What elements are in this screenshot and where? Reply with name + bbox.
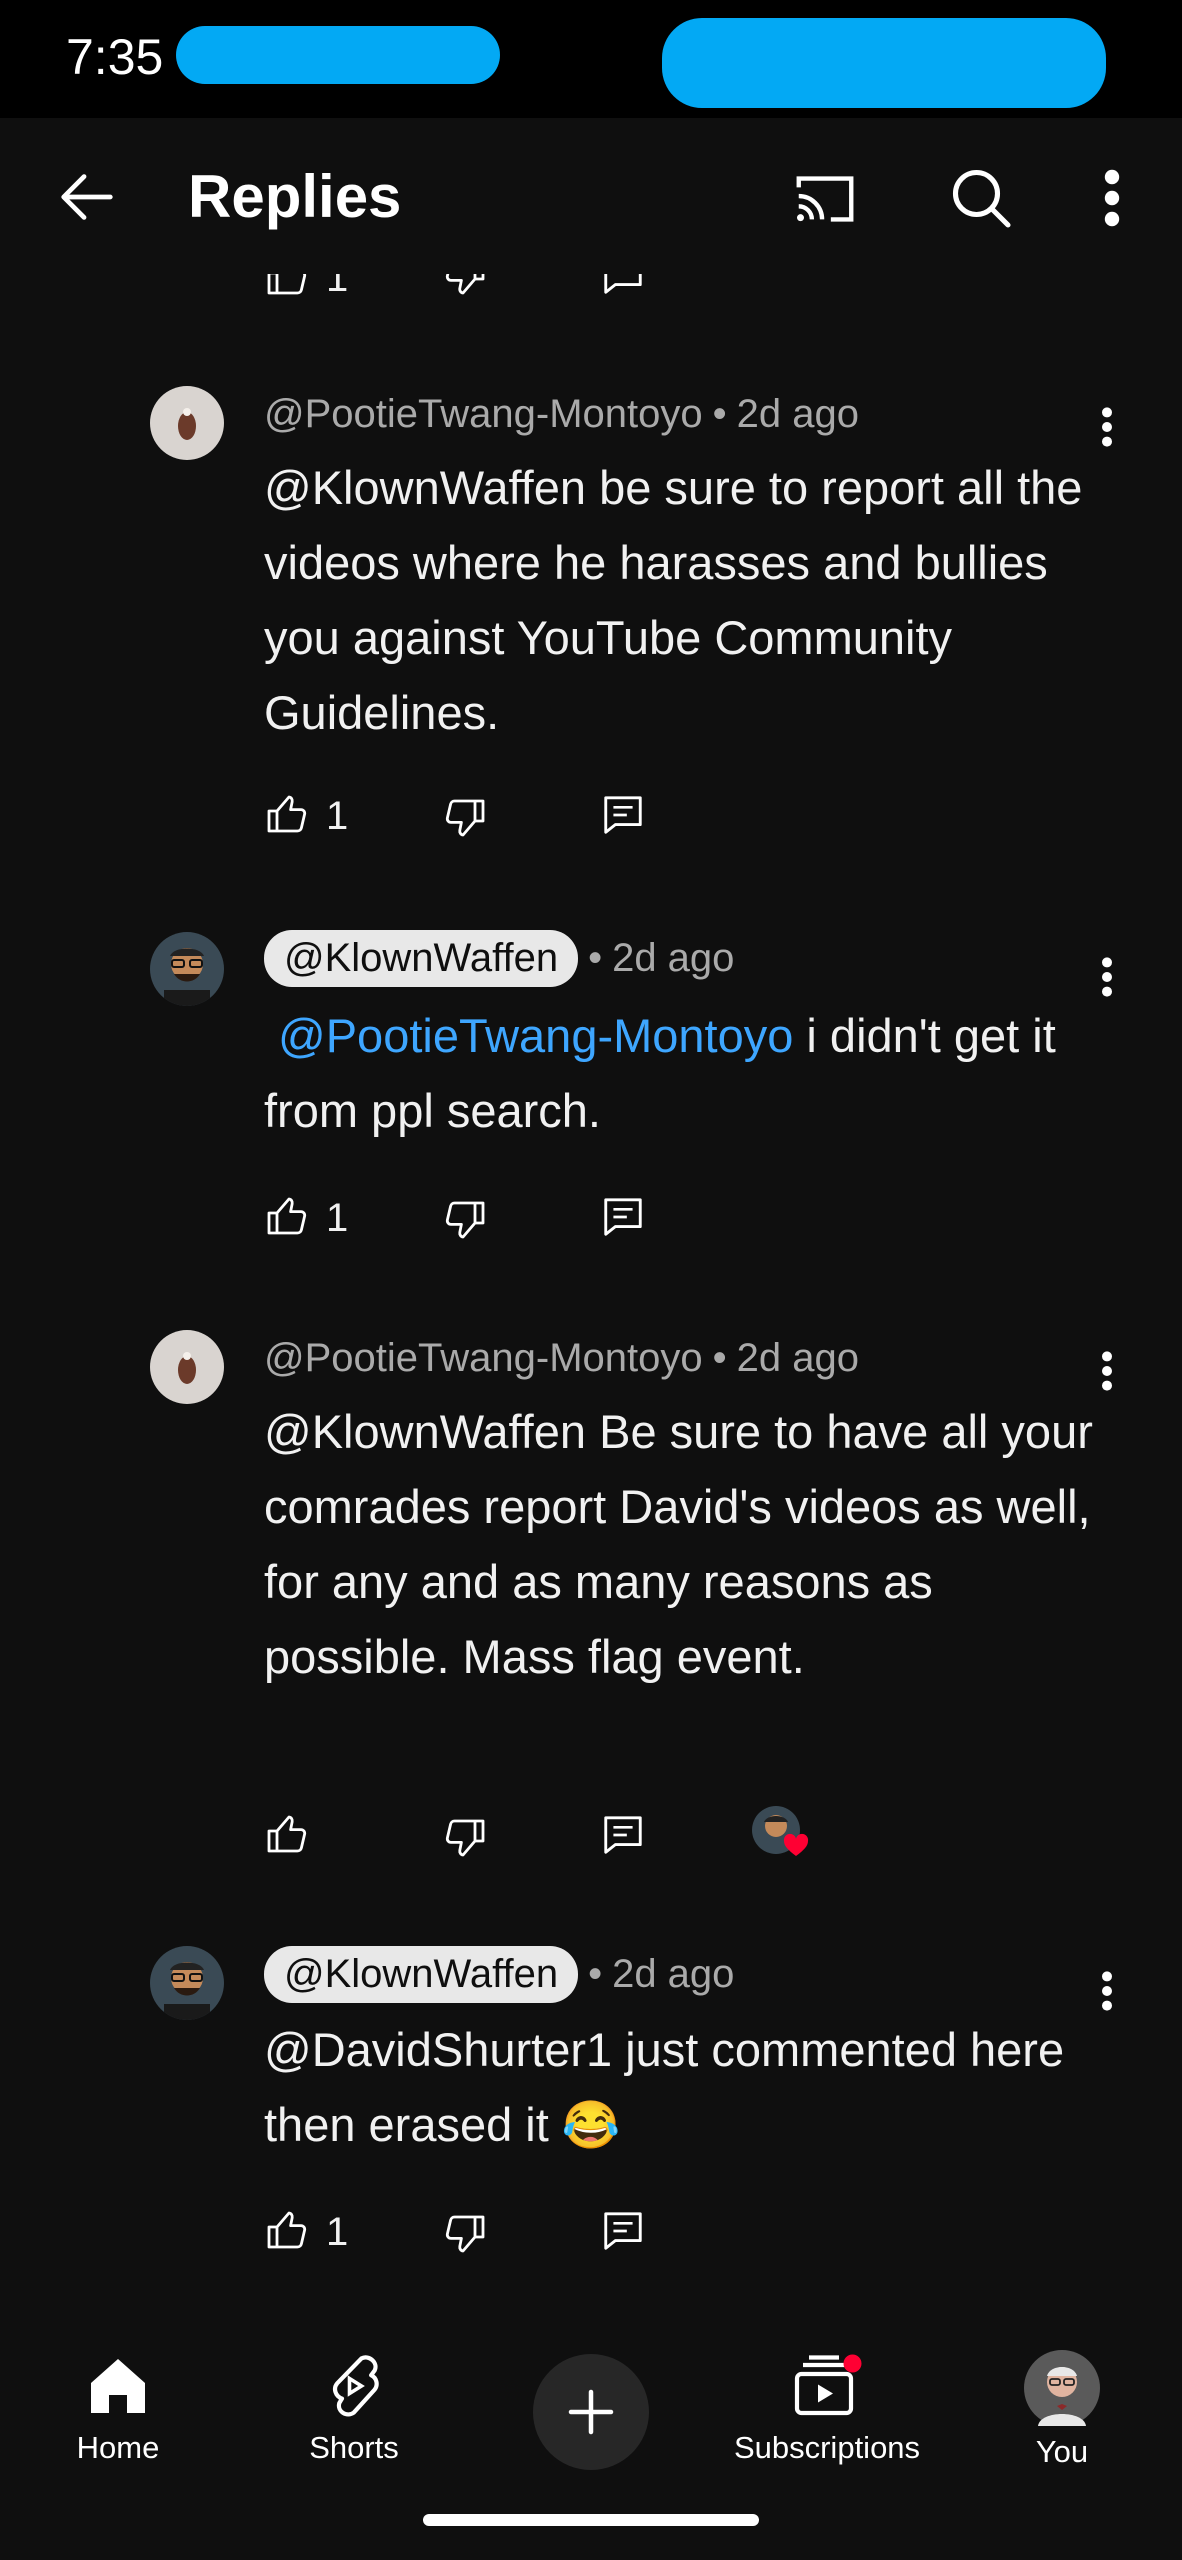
comment-meta: @KlownWaffen • 2d ago bbox=[264, 930, 734, 987]
redaction-mark bbox=[176, 26, 500, 84]
author-name-pill[interactable]: @KlownWaffen bbox=[264, 1946, 579, 2003]
reply-icon[interactable] bbox=[600, 2208, 646, 2254]
author-name-pill[interactable]: @KlownWaffen bbox=[264, 930, 579, 987]
app-bar: Replies bbox=[0, 118, 1182, 274]
comment-mention[interactable]: @PootieTwang-Montoyo bbox=[278, 1009, 793, 1062]
shorts-icon bbox=[332, 2355, 379, 2417]
creator-heart-icon bbox=[752, 1806, 809, 1856]
avatar[interactable] bbox=[150, 1946, 224, 2020]
cast-icon[interactable] bbox=[790, 164, 860, 234]
comment-menu-icon[interactable] bbox=[1092, 1346, 1122, 1396]
more-options-icon[interactable] bbox=[1092, 162, 1132, 234]
create-button[interactable] bbox=[533, 2354, 649, 2470]
comment-meta: @PootieTwang-Montoyo • 2d ago bbox=[264, 392, 859, 437]
comment-actions: 1 bbox=[264, 1192, 964, 1252]
page-title: Replies bbox=[188, 163, 402, 230]
like-icon[interactable] bbox=[264, 274, 312, 300]
nav-home[interactable]: Home bbox=[58, 2350, 178, 2466]
comment-text: @KlownWaffen be sure to report all the v… bbox=[264, 450, 1104, 750]
home-indicator bbox=[423, 2514, 759, 2526]
comment-menu-icon[interactable] bbox=[1092, 402, 1122, 452]
account-avatar-icon bbox=[1024, 2350, 1100, 2426]
status-time: 7:35 bbox=[66, 29, 164, 85]
nav-you[interactable]: You bbox=[1002, 2350, 1122, 2470]
plus-icon bbox=[568, 2389, 614, 2435]
author-name[interactable]: @PootieTwang-Montoyo bbox=[264, 1336, 703, 1381]
separator-dot: • bbox=[588, 1952, 603, 1996]
like-icon[interactable] bbox=[264, 1192, 312, 1240]
subscriptions-icon bbox=[794, 2354, 862, 2416]
search-icon[interactable] bbox=[945, 162, 1017, 234]
dislike-icon[interactable] bbox=[440, 1814, 488, 1862]
back-arrow-icon[interactable] bbox=[52, 162, 122, 232]
avatar[interactable] bbox=[150, 386, 224, 460]
like-icon[interactable] bbox=[264, 790, 312, 838]
comment-meta: @KlownWaffen • 2d ago bbox=[264, 1946, 734, 2003]
partial-action-row: 1 bbox=[264, 274, 764, 300]
timestamp: 2d ago bbox=[736, 1336, 859, 1380]
separator-dot: • bbox=[588, 936, 603, 980]
like-count: 1 bbox=[326, 1196, 349, 1240]
comment-actions bbox=[264, 1806, 964, 1870]
nav-subscriptions-label: Subscriptions bbox=[733, 2430, 921, 2465]
comment-meta: @PootieTwang-Montoyo • 2d ago bbox=[264, 1336, 859, 1381]
timestamp: 2d ago bbox=[612, 1952, 735, 1996]
nav-shorts[interactable]: Shorts bbox=[294, 2350, 414, 2466]
nav-home-label: Home bbox=[76, 2430, 160, 2465]
reply-icon[interactable] bbox=[600, 1812, 646, 1858]
author-name[interactable]: @PootieTwang-Montoyo bbox=[264, 392, 703, 437]
dislike-icon[interactable] bbox=[440, 274, 488, 300]
like-icon[interactable] bbox=[264, 1810, 312, 1858]
comment-actions: 1 bbox=[264, 790, 964, 850]
comment-mention[interactable]: @KlownWaffen bbox=[264, 461, 586, 514]
dislike-icon[interactable] bbox=[440, 2210, 488, 2258]
avatar[interactable] bbox=[150, 1330, 224, 1404]
timestamp: 2d ago bbox=[612, 936, 735, 980]
home-icon bbox=[91, 2359, 145, 2413]
comment-mention[interactable]: @KlownWaffen bbox=[264, 1405, 586, 1458]
reply-icon[interactable] bbox=[600, 274, 646, 298]
separator-dot: • bbox=[712, 392, 727, 436]
comment-text: @DavidShurter1 just commented here then … bbox=[264, 2012, 1104, 2162]
like-count: 1 bbox=[326, 794, 349, 838]
comment-text: @KlownWaffen Be sure to have all your co… bbox=[264, 1394, 1104, 1694]
comment-actions: 1 bbox=[264, 2206, 964, 2266]
nav-subscriptions[interactable]: Subscriptions bbox=[722, 2350, 932, 2466]
redaction-mark bbox=[662, 18, 1106, 108]
like-icon[interactable] bbox=[264, 2206, 312, 2254]
dislike-icon[interactable] bbox=[440, 794, 488, 842]
reply-icon[interactable] bbox=[600, 792, 646, 838]
nav-shorts-label: Shorts bbox=[309, 2430, 399, 2465]
like-count: 1 bbox=[326, 274, 349, 300]
dislike-icon[interactable] bbox=[440, 1196, 488, 1244]
separator-dot: • bbox=[712, 1336, 727, 1380]
reply-icon[interactable] bbox=[600, 1194, 646, 1240]
nav-you-label: You bbox=[1035, 2434, 1089, 2469]
comment-menu-icon[interactable] bbox=[1092, 952, 1122, 1002]
comment-menu-icon[interactable] bbox=[1092, 1966, 1122, 2016]
comment-mention[interactable]: @DavidShurter1 bbox=[264, 2023, 612, 2076]
timestamp: 2d ago bbox=[736, 392, 859, 436]
comment-text: @PootieTwang-Montoyo i didn't get it fro… bbox=[264, 998, 1104, 1148]
status-bar: 7:35 bbox=[0, 0, 1182, 118]
avatar[interactable] bbox=[150, 932, 224, 1006]
like-count: 1 bbox=[326, 2210, 349, 2254]
